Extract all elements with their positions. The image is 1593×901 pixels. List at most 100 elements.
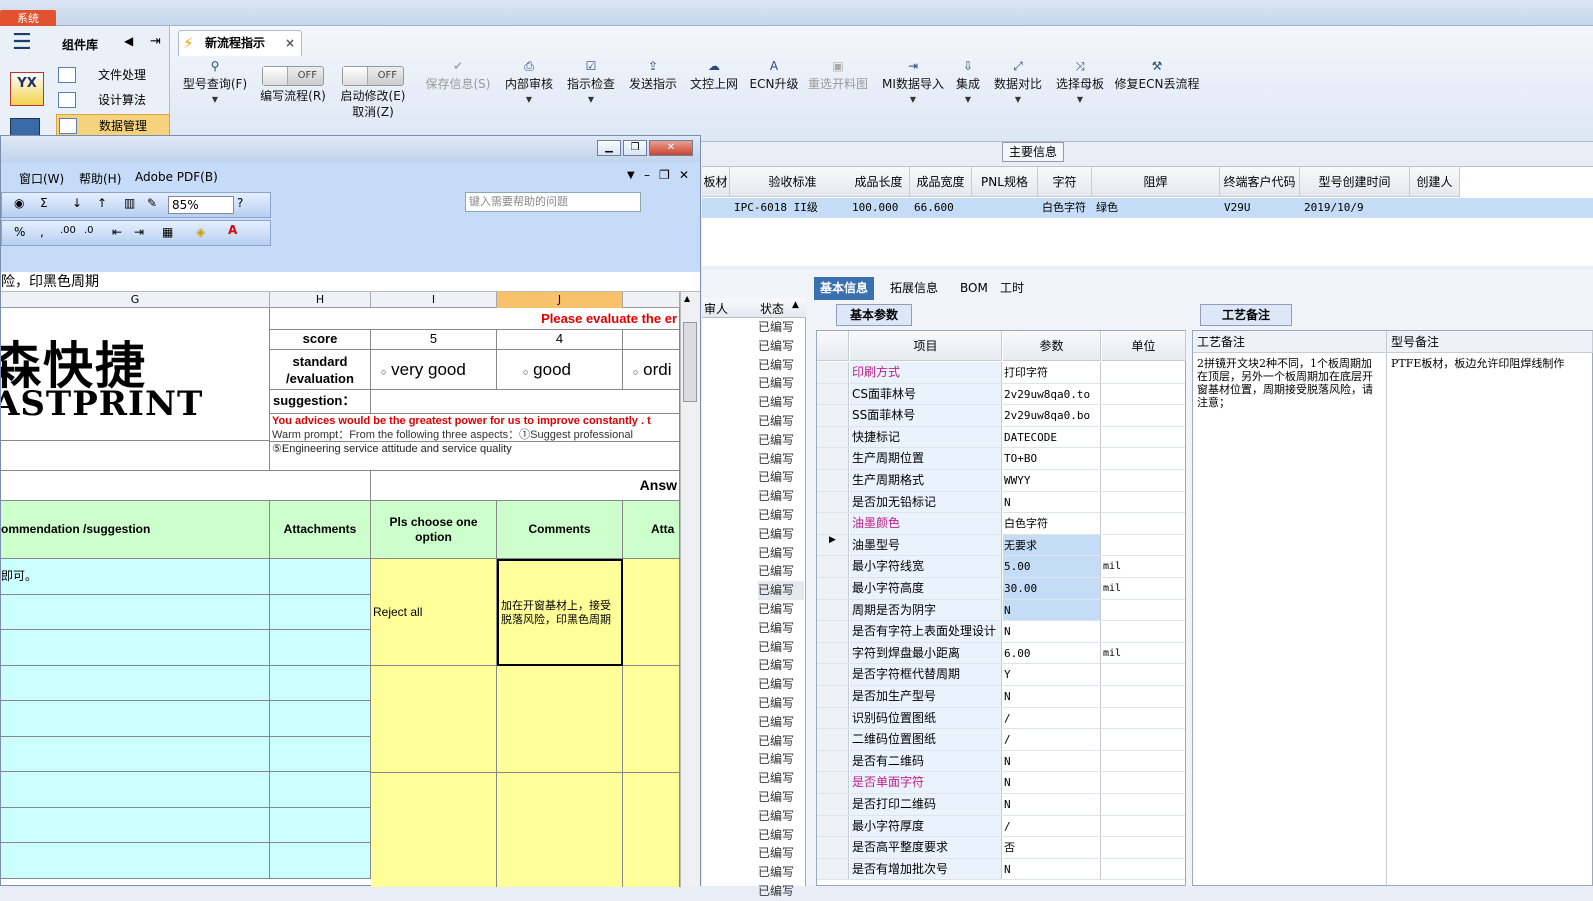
main-col-header[interactable]: 成品长度 [848, 167, 910, 197]
param-value[interactable]: / [1003, 815, 1101, 837]
param-value[interactable]: 6.00 [1003, 642, 1101, 664]
param-value[interactable]: N [1003, 686, 1101, 707]
param-col-header[interactable]: 单位 [1102, 331, 1186, 361]
param-row[interactable]: 识别码位置图纸 / [817, 707, 1185, 730]
param-value[interactable]: 否 [1003, 837, 1101, 858]
row-header[interactable] [817, 858, 849, 880]
row-header[interactable] [817, 621, 849, 642]
attachment-cell[interactable] [270, 701, 371, 737]
attachments2-header[interactable]: Atta [623, 501, 680, 559]
toolbar-button-6[interactable]: ⇪ 发送指示 [624, 58, 682, 92]
param-value[interactable]: N [1003, 750, 1101, 772]
radio-icon[interactable]: ○ [523, 367, 528, 377]
status-item[interactable]: 已编写 [758, 450, 804, 469]
status-item[interactable]: 已编写 [758, 487, 804, 506]
param-col-header[interactable]: 项目 [850, 331, 1002, 361]
main-info-cell[interactable]: V29U [1220, 198, 1300, 218]
radio-icon[interactable]: ○ [633, 367, 638, 377]
suggestion-label[interactable]: suggestion： [270, 390, 371, 414]
recommendation-cell[interactable] [1, 630, 270, 666]
nav-item-design-algorithm[interactable]: 设计算法 [56, 89, 170, 111]
row-header[interactable] [817, 556, 849, 577]
nav-item-data-management[interactable]: 数据管理 [56, 114, 170, 136]
detail-tab-0[interactable]: 基本信息 [814, 277, 875, 300]
vertical-scrollbar[interactable]: ▲ [680, 292, 700, 887]
status-item[interactable]: 已编写 [758, 713, 804, 732]
param-value[interactable]: N [1003, 794, 1101, 815]
main-info-cell[interactable]: 100.000 [848, 198, 910, 218]
zoom-select[interactable]: 85% [168, 196, 234, 214]
comment-cell[interactable] [497, 773, 623, 887]
process-notes-text[interactable]: 2拼镜开文块2种不同，1个板周期加在顶层，另外一个板周期加在底层开窗基材位置，周… [1193, 355, 1383, 411]
main-info-cell[interactable]: IPC-6018 II级 [730, 198, 856, 218]
increase-decimal-icon[interactable]: .00 [60, 225, 76, 236]
status-item[interactable]: 已编写 [758, 694, 804, 713]
param-value[interactable]: 2v29uw8qa0.bo [1003, 405, 1101, 426]
row-header[interactable] [817, 815, 849, 837]
param-row[interactable]: ▶ 油墨型号 无要求 [817, 534, 1185, 557]
param-row[interactable]: SS面菲林号 2v29uw8qa0.bo [817, 405, 1185, 427]
choice-cell[interactable]: Reject all [371, 559, 497, 666]
percent-icon[interactable]: % [14, 225, 25, 239]
status-item[interactable]: 已编写 [758, 412, 804, 431]
main-info-cell[interactable] [972, 198, 1038, 218]
row-header[interactable] [817, 772, 849, 793]
row-header[interactable] [817, 664, 849, 685]
attachment-cell[interactable] [270, 665, 371, 701]
menu-window[interactable]: 窗口(W) [19, 170, 64, 187]
col-h[interactable]: H [270, 292, 371, 308]
menu-help[interactable]: 帮助(H) [79, 170, 121, 187]
help-dropdown-icon[interactable]: ▼ [627, 170, 635, 181]
dropdown-arrow-icon[interactable]: ▼ [1050, 92, 1110, 108]
font-color-icon[interactable]: A [228, 223, 237, 237]
scroll-up-icon[interactable]: ▲ [684, 294, 690, 303]
main-col-header[interactable]: 成品宽度 [910, 167, 972, 197]
status-item[interactable]: 已编写 [758, 318, 804, 337]
service-line[interactable]: ⑤Engineering service attitude and servic… [270, 442, 680, 471]
param-value[interactable]: 2v29uw8qa0.to [1003, 383, 1101, 405]
attachment2-cell[interactable] [623, 559, 680, 666]
toolbar-button-4[interactable]: ⎙ 内部审核 ▼ [500, 58, 558, 108]
param-row[interactable]: 是否加无铅标记 N [817, 491, 1185, 514]
param-value[interactable]: 白色字符 [1003, 513, 1101, 534]
fill-color-icon[interactable]: ◈ [196, 225, 205, 239]
row-header[interactable] [817, 642, 849, 664]
dropdown-arrow-icon[interactable]: ▼ [876, 92, 950, 108]
grid-corner[interactable] [817, 331, 849, 361]
toolbar-button-1[interactable]: OFF 编写流程(R) [258, 58, 328, 104]
toolbar-button-11[interactable]: ⇩ 集成 ▼ [946, 58, 990, 108]
choose-option-header[interactable]: Pls choose one option [371, 501, 497, 559]
param-value[interactable]: N [1003, 858, 1101, 880]
toolbar-button-14[interactable]: ⚒ 修复ECN丢流程 [1112, 58, 1202, 92]
help-search-input[interactable]: 键入需要帮助的问题 [465, 192, 641, 212]
status-item[interactable]: 已编写 [758, 826, 804, 845]
row-header[interactable] [817, 513, 849, 534]
dropdown-arrow-icon[interactable]: ▼ [988, 92, 1048, 108]
col-k[interactable] [623, 292, 680, 308]
main-info-cell[interactable]: 66.600 [910, 198, 972, 218]
toolbar-button-12[interactable]: ⤢ 数据对比 ▼ [988, 58, 1048, 108]
detail-tab-3[interactable]: 工时 [994, 277, 1030, 300]
tab-new-process-instruction[interactable]: ⚡ 新流程指示 × [178, 30, 302, 56]
collapse-left-icon[interactable]: ◀ [124, 34, 133, 48]
tab-process-notes[interactable]: 工艺备注 [1200, 304, 1292, 326]
status-item[interactable]: 已编写 [758, 337, 804, 356]
param-value[interactable]: 5.00 [1003, 556, 1101, 577]
status-item[interactable]: 已编写 [758, 844, 804, 863]
toolbar-button-9[interactable]: ▣ 重选开料图 [804, 58, 872, 92]
row-header[interactable] [817, 491, 849, 513]
recommendation-cell[interactable] [1, 701, 270, 737]
close-tab-icon[interactable]: × [285, 31, 295, 55]
row-header[interactable] [817, 729, 849, 750]
status-item[interactable]: 已编写 [758, 882, 804, 901]
param-value[interactable]: TO+BO [1003, 448, 1101, 469]
main-col-header[interactable]: 字符 [1038, 167, 1092, 197]
main-col-header[interactable]: 型号创建时间 [1300, 167, 1410, 197]
row-header[interactable] [817, 837, 849, 858]
main-info-cell[interactable]: 2019/10/9 [1300, 198, 1410, 218]
dropdown-arrow-icon[interactable]: ▼ [500, 92, 558, 108]
status-item[interactable]: 已编写 [758, 581, 804, 601]
attachment2-cell[interactable] [623, 666, 680, 773]
option-good[interactable]: ○ good [497, 350, 623, 390]
formula-bar[interactable]: 险，印黑色周期 [1, 272, 700, 292]
